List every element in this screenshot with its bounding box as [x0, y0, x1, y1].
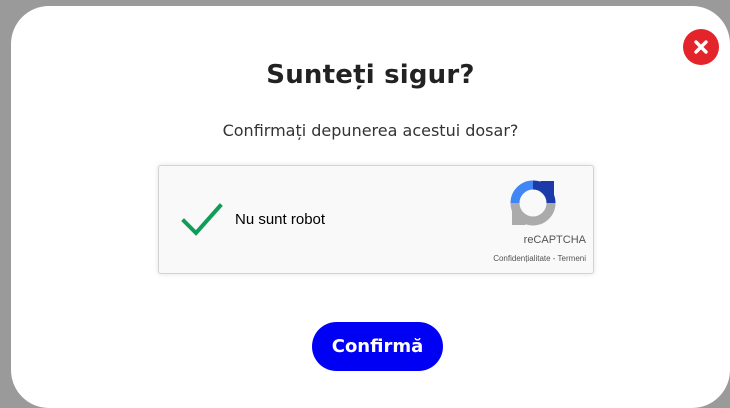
confirm-button[interactable]: Confirmă: [312, 322, 443, 371]
recaptcha-logo-icon: [510, 180, 556, 226]
recaptcha-label: Nu sunt robot: [235, 211, 326, 228]
recaptcha-links: Confidențialitate - Termeni: [493, 254, 586, 263]
recaptcha-widget: Nu sunt robot reCAPTCHA Confidențialitat…: [158, 165, 594, 274]
dialog-title: Sunteți sigur?: [266, 60, 475, 90]
confirmation-dialog: Sunteți sigur? Confirmați depunerea aces…: [11, 6, 730, 408]
links-separator: -: [552, 254, 556, 263]
close-icon: [694, 40, 708, 54]
terms-link[interactable]: Termeni: [558, 254, 586, 263]
recaptcha-brand: reCAPTCHA: [523, 234, 586, 246]
recaptcha-checkbox[interactable]: [180, 200, 224, 240]
checkmark-icon: [181, 203, 223, 236]
privacy-link[interactable]: Confidențialitate: [493, 254, 550, 263]
dialog-subtitle: Confirmați depunerea acestui dosar?: [222, 121, 519, 140]
